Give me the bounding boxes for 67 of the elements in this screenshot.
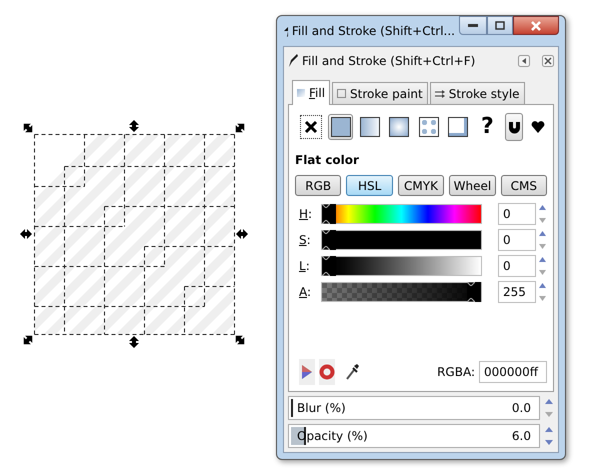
- channel-label: H:: [299, 206, 314, 222]
- rgba-label: RGBA:: [437, 364, 475, 381]
- color-slider[interactable]: [321, 204, 482, 224]
- spin-buttons[interactable]: [544, 425, 554, 447]
- stroke-icon: [337, 89, 346, 98]
- close-icon[interactable]: [542, 55, 554, 67]
- unset-paint-label: ?: [480, 116, 494, 138]
- flat-color-icon: [330, 117, 351, 137]
- color-mode-button[interactable]: Wheel: [449, 175, 496, 196]
- slider-thumb[interactable]: [322, 230, 336, 250]
- pen-icon: [288, 54, 298, 68]
- spin-buttons[interactable]: [538, 202, 547, 224]
- maximize-icon: [495, 21, 505, 30]
- channel-label: L:: [299, 258, 311, 274]
- paint-type-button[interactable]: [446, 114, 470, 140]
- color-mode-button[interactable]: CMYK: [398, 175, 444, 196]
- linear-gradient-icon: [360, 117, 380, 137]
- tab[interactable]: Stroke paint: [332, 82, 428, 104]
- no-paint-icon: [304, 120, 318, 134]
- fill-rule-button[interactable]: [504, 113, 524, 141]
- horseshoe-icon: [506, 120, 521, 134]
- blur-slider[interactable]: Blur (%) 0.0: [288, 396, 540, 420]
- slider-thumb[interactable]: [322, 256, 336, 276]
- paint-type-button[interactable]: [299, 114, 324, 140]
- heart-icon: [530, 120, 545, 134]
- color-slider[interactable]: [321, 230, 482, 250]
- color-mode-button[interactable]: CMS: [500, 175, 548, 196]
- minimize-button[interactable]: [459, 16, 487, 35]
- paint-heading: Flat color: [295, 152, 360, 169]
- value-field[interactable]: 0: [498, 202, 536, 224]
- collapse-icon[interactable]: [518, 55, 530, 67]
- paint-type-button[interactable]: [358, 114, 382, 140]
- close-button[interactable]: [513, 16, 559, 35]
- window-title: Fill and Stroke (Shift+Ctrl...: [292, 23, 455, 40]
- eyedropper-icon[interactable]: [345, 363, 359, 381]
- value-field[interactable]: 0: [498, 228, 536, 250]
- panel-title: Fill and Stroke (Shift+Ctrl+F): [302, 53, 476, 70]
- channel-label: S:: [299, 232, 312, 248]
- slider-thumb[interactable]: [467, 282, 481, 302]
- stroke-style-icon: [434, 90, 445, 98]
- radial-gradient-icon: [389, 117, 410, 137]
- tab[interactable]: Fill: [292, 80, 330, 105]
- pattern-icon: [418, 117, 439, 137]
- rgba-field[interactable]: 000000ff: [479, 361, 547, 383]
- spin-buttons[interactable]: [538, 254, 547, 276]
- channel-label: A:: [299, 284, 312, 300]
- ring-icon[interactable]: [319, 359, 335, 385]
- swatch-icon: [448, 117, 468, 137]
- maximize-button[interactable]: [487, 16, 513, 35]
- slider-thumb[interactable]: [322, 204, 336, 224]
- close-icon: [530, 20, 542, 30]
- spin-buttons[interactable]: [538, 280, 547, 302]
- paint-type-button[interactable]: [416, 114, 441, 140]
- spin-buttons[interactable]: [544, 397, 554, 419]
- paint-type-button[interactable]: ?: [475, 114, 500, 140]
- color-slider[interactable]: [321, 282, 482, 302]
- color-mode-button[interactable]: HSL: [346, 175, 393, 196]
- tab[interactable]: Stroke style: [430, 82, 525, 104]
- fill-icon: [297, 89, 305, 97]
- minimize-icon: [468, 24, 478, 28]
- value-field[interactable]: 255: [498, 280, 536, 302]
- paint-type-button[interactable]: [387, 114, 412, 140]
- value-field[interactable]: 0: [498, 254, 536, 276]
- paint-type-button[interactable]: [328, 114, 353, 140]
- color-mode-button[interactable]: RGB: [295, 175, 342, 196]
- spin-buttons[interactable]: [538, 228, 547, 250]
- color-slider[interactable]: [321, 256, 482, 276]
